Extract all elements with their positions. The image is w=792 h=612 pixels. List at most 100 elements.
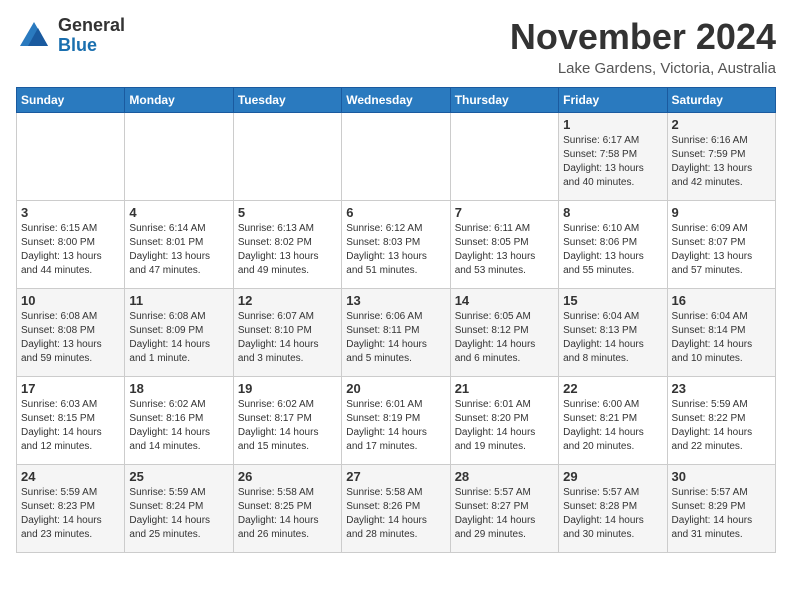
calendar-cell: 5 Sunrise: 6:13 AM Sunset: 8:02 PM Daylig… xyxy=(233,201,341,289)
day-number: 15 xyxy=(563,293,662,308)
calendar-cell: 20Sunrise: 6:01 AM Sunset: 8:19 PM Dayli… xyxy=(342,377,450,465)
day-number: 27 xyxy=(346,469,445,484)
day-info: Sunrise: 6:05 AM Sunset: 8:12 PM Dayligh… xyxy=(455,310,554,366)
logo-icon xyxy=(16,18,52,54)
day-number: 16 xyxy=(672,293,771,308)
calendar-cell: 10 Sunrise: 6:08 AM Sunset: 8:08 PM Dayli… xyxy=(17,289,125,377)
calendar-cell: 15 Sunrise: 6:04 AM Sunset: 8:13 PM Dayli… xyxy=(559,289,667,377)
month-title: November 2024 xyxy=(510,16,776,58)
calendar-cell: 16 Sunrise: 6:04 AM Sunset: 8:14 PM Dayli… xyxy=(667,289,775,377)
day-number: 23 xyxy=(672,381,771,396)
weekday-header: Saturday xyxy=(667,88,775,113)
weekday-header: Tuesday xyxy=(233,88,341,113)
day-info: Sunrise: 6:13 AM Sunset: 8:02 PM Dayligh… xyxy=(238,222,337,278)
day-number: 2 xyxy=(672,117,771,132)
calendar-cell: 9Sunrise: 6:09 AM Sunset: 8:07 PM Daylig… xyxy=(667,201,775,289)
day-info: Sunrise: 5:57 AM Sunset: 8:28 PM Dayligh… xyxy=(563,486,662,542)
day-number: 17 xyxy=(21,381,120,396)
weekday-header: Friday xyxy=(559,88,667,113)
day-number: 4 xyxy=(129,205,228,220)
day-info: Sunrise: 6:14 AM Sunset: 8:01 PM Dayligh… xyxy=(129,222,228,278)
day-info: Sunrise: 6:12 AM Sunset: 8:03 PM Dayligh… xyxy=(346,222,445,278)
day-info: Sunrise: 5:57 AM Sunset: 8:27 PM Dayligh… xyxy=(455,486,554,542)
calendar-week-row: 17 Sunrise: 6:03 AM Sunset: 8:15 PM Dayli… xyxy=(17,377,776,465)
day-info: Sunrise: 6:03 AM Sunset: 8:15 PM Dayligh… xyxy=(21,398,120,454)
calendar-cell: 26 Sunrise: 5:58 AM Sunset: 8:25 PM Dayli… xyxy=(233,465,341,553)
day-info: Sunrise: 6:06 AM Sunset: 8:11 PM Dayligh… xyxy=(346,310,445,366)
title-block: November 2024 Lake Gardens, Victoria, Au… xyxy=(510,16,776,77)
day-info: Sunrise: 6:11 AM Sunset: 8:05 PM Dayligh… xyxy=(455,222,554,278)
calendar-cell: 18 Sunrise: 6:02 AM Sunset: 8:16 PM Dayli… xyxy=(125,377,233,465)
calendar-cell: 13 Sunrise: 6:06 AM Sunset: 8:11 PM Dayli… xyxy=(342,289,450,377)
calendar-cell: 4 Sunrise: 6:14 AM Sunset: 8:01 PM Daylig… xyxy=(125,201,233,289)
day-number: 1 xyxy=(563,117,662,132)
day-info: Sunrise: 6:08 AM Sunset: 8:09 PM Dayligh… xyxy=(129,310,228,366)
day-number: 26 xyxy=(238,469,337,484)
calendar-week-row: 10 Sunrise: 6:08 AM Sunset: 8:08 PM Dayli… xyxy=(17,289,776,377)
day-number: 8 xyxy=(563,205,662,220)
day-info: Sunrise: 6:16 AM Sunset: 7:59 PM Dayligh… xyxy=(672,134,771,190)
day-number: 20 xyxy=(346,381,445,396)
calendar-cell: 17 Sunrise: 6:03 AM Sunset: 8:15 PM Dayli… xyxy=(17,377,125,465)
calendar-cell: 23 Sunrise: 5:59 AM Sunset: 8:22 PM Dayli… xyxy=(667,377,775,465)
day-number: 11 xyxy=(129,293,228,308)
day-number: 19 xyxy=(238,381,337,396)
day-number: 28 xyxy=(455,469,554,484)
day-info: Sunrise: 6:08 AM Sunset: 8:08 PM Dayligh… xyxy=(21,310,120,366)
calendar-cell: 1Sunrise: 6:17 AM Sunset: 7:58 PM Daylig… xyxy=(559,113,667,201)
calendar-cell xyxy=(342,113,450,201)
day-info: Sunrise: 5:58 AM Sunset: 8:25 PM Dayligh… xyxy=(238,486,337,542)
calendar-week-row: 3 Sunrise: 6:15 AM Sunset: 8:00 PM Daylig… xyxy=(17,201,776,289)
calendar-cell: 3 Sunrise: 6:15 AM Sunset: 8:00 PM Daylig… xyxy=(17,201,125,289)
day-number: 22 xyxy=(563,381,662,396)
day-info: Sunrise: 5:58 AM Sunset: 8:26 PM Dayligh… xyxy=(346,486,445,542)
day-number: 30 xyxy=(672,469,771,484)
calendar-cell: 29 Sunrise: 5:57 AM Sunset: 8:28 PM Dayli… xyxy=(559,465,667,553)
weekday-header: Monday xyxy=(125,88,233,113)
day-number: 5 xyxy=(238,205,337,220)
day-number: 9 xyxy=(672,205,771,220)
calendar-cell: 7 Sunrise: 6:11 AM Sunset: 8:05 PM Daylig… xyxy=(450,201,558,289)
calendar-cell: 8 Sunrise: 6:10 AM Sunset: 8:06 PM Daylig… xyxy=(559,201,667,289)
day-number: 25 xyxy=(129,469,228,484)
day-info: Sunrise: 6:15 AM Sunset: 8:00 PM Dayligh… xyxy=(21,222,120,278)
calendar-cell: 12Sunrise: 6:07 AM Sunset: 8:10 PM Dayli… xyxy=(233,289,341,377)
day-number: 14 xyxy=(455,293,554,308)
calendar-cell: 14 Sunrise: 6:05 AM Sunset: 8:12 PM Dayli… xyxy=(450,289,558,377)
calendar-cell xyxy=(233,113,341,201)
weekday-header: Wednesday xyxy=(342,88,450,113)
logo: General Blue xyxy=(16,16,125,56)
day-number: 3 xyxy=(21,205,120,220)
calendar-header: SundayMondayTuesdayWednesdayThursdayFrid… xyxy=(17,88,776,113)
day-info: Sunrise: 5:59 AM Sunset: 8:22 PM Dayligh… xyxy=(672,398,771,454)
day-number: 7 xyxy=(455,205,554,220)
day-info: Sunrise: 6:10 AM Sunset: 8:06 PM Dayligh… xyxy=(563,222,662,278)
calendar-cell xyxy=(125,113,233,201)
calendar-cell: 28 Sunrise: 5:57 AM Sunset: 8:27 PM Dayli… xyxy=(450,465,558,553)
logo-text: General Blue xyxy=(58,16,125,56)
weekday-header: Sunday xyxy=(17,88,125,113)
calendar-cell: 11 Sunrise: 6:08 AM Sunset: 8:09 PM Dayli… xyxy=(125,289,233,377)
day-info: Sunrise: 6:01 AM Sunset: 8:20 PM Dayligh… xyxy=(455,398,554,454)
calendar-cell: 24 Sunrise: 5:59 AM Sunset: 8:23 PM Dayli… xyxy=(17,465,125,553)
day-info: Sunrise: 6:04 AM Sunset: 8:13 PM Dayligh… xyxy=(563,310,662,366)
day-number: 10 xyxy=(21,293,120,308)
calendar-table: SundayMondayTuesdayWednesdayThursdayFrid… xyxy=(16,87,776,553)
day-number: 24 xyxy=(21,469,120,484)
calendar-cell: 25Sunrise: 5:59 AM Sunset: 8:24 PM Dayli… xyxy=(125,465,233,553)
calendar-week-row: 1Sunrise: 6:17 AM Sunset: 7:58 PM Daylig… xyxy=(17,113,776,201)
day-number: 21 xyxy=(455,381,554,396)
day-info: Sunrise: 5:59 AM Sunset: 8:23 PM Dayligh… xyxy=(21,486,120,542)
calendar-cell: 22Sunrise: 6:00 AM Sunset: 8:21 PM Dayli… xyxy=(559,377,667,465)
day-number: 13 xyxy=(346,293,445,308)
calendar-cell: 19Sunrise: 6:02 AM Sunset: 8:17 PM Dayli… xyxy=(233,377,341,465)
day-number: 29 xyxy=(563,469,662,484)
day-number: 18 xyxy=(129,381,228,396)
day-info: Sunrise: 6:07 AM Sunset: 8:10 PM Dayligh… xyxy=(238,310,337,366)
day-info: Sunrise: 6:02 AM Sunset: 8:16 PM Dayligh… xyxy=(129,398,228,454)
calendar-cell: 30Sunrise: 5:57 AM Sunset: 8:29 PM Dayli… xyxy=(667,465,775,553)
weekday-row: SundayMondayTuesdayWednesdayThursdayFrid… xyxy=(17,88,776,113)
calendar-cell xyxy=(17,113,125,201)
day-info: Sunrise: 6:04 AM Sunset: 8:14 PM Dayligh… xyxy=(672,310,771,366)
calendar-cell: 6Sunrise: 6:12 AM Sunset: 8:03 PM Daylig… xyxy=(342,201,450,289)
